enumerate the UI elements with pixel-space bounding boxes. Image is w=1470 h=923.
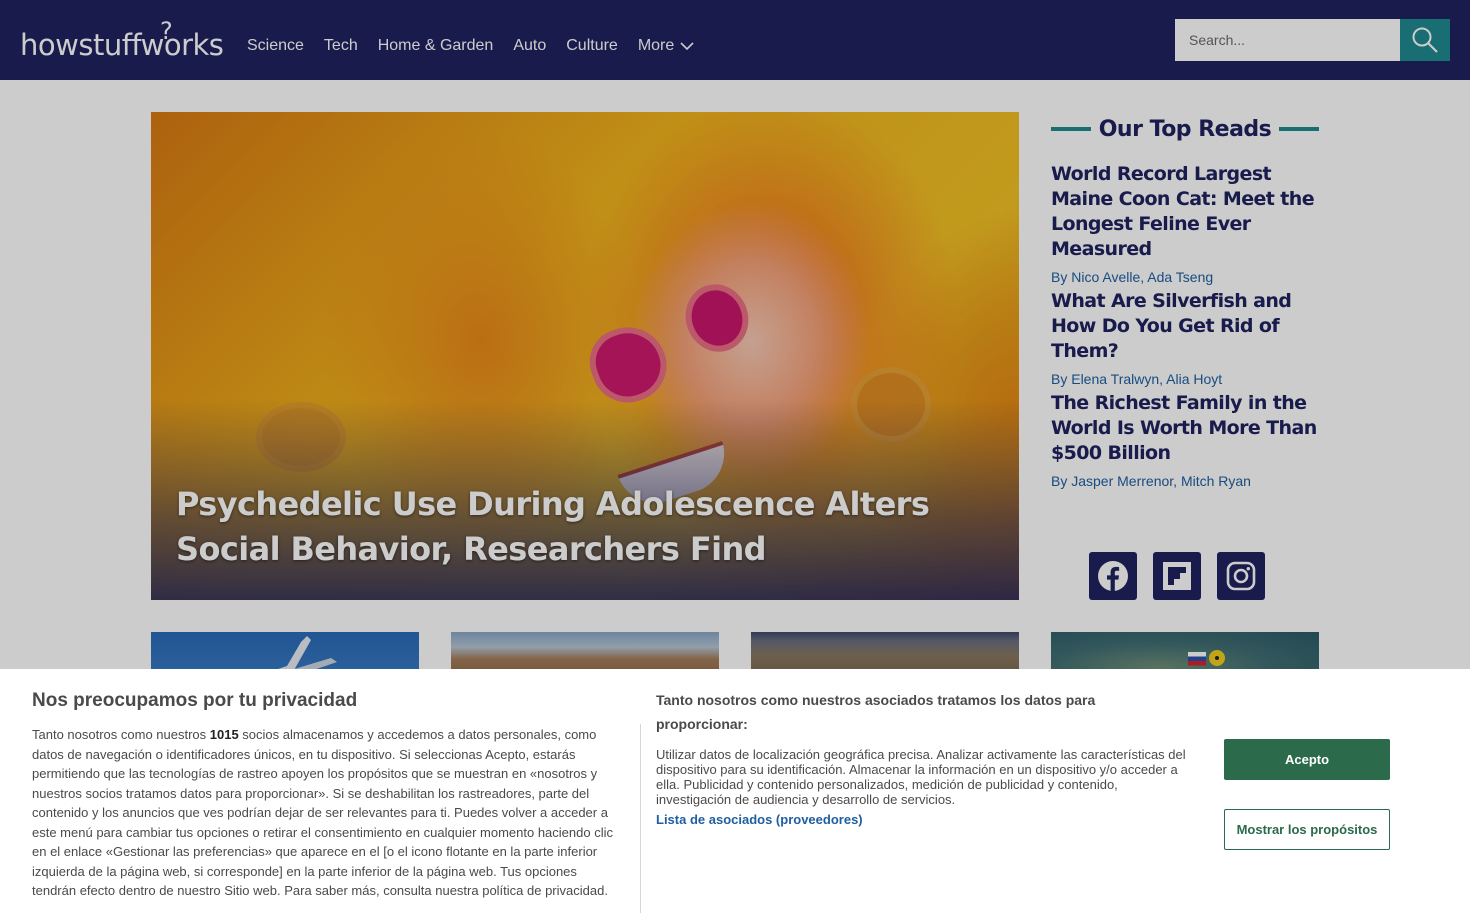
- top-read-title[interactable]: The Richest Family in the World Is Worth…: [1051, 391, 1319, 466]
- nav-item-home-garden[interactable]: Home & Garden: [378, 35, 494, 57]
- instagram-button[interactable]: [1217, 552, 1265, 600]
- byline-prefix: By: [1051, 269, 1068, 285]
- top-reads-title: Our Top Reads: [1098, 116, 1272, 142]
- vendors-list-link[interactable]: Lista de asociados (proveedores): [656, 812, 863, 827]
- nav-item-science[interactable]: Science: [247, 35, 304, 57]
- privacy-consent-banner: Nos preocupamos por tu privacidad Tanto …: [0, 669, 1470, 923]
- flipboard-icon: [1163, 562, 1191, 590]
- divider: [640, 724, 641, 913]
- accept-button[interactable]: Acepto: [1224, 739, 1390, 780]
- search-input[interactable]: [1175, 19, 1400, 61]
- byline-authors[interactable]: Jasper Merrenor, Mitch Ryan: [1071, 473, 1251, 489]
- facebook-icon: [1098, 561, 1128, 591]
- consent-body-end: socios almacenamos y accedemos a datos p…: [32, 727, 613, 898]
- search-icon: [1412, 27, 1438, 53]
- instagram-icon: [1226, 561, 1256, 591]
- top-read-item: What Are Silverfish and How Do You Get R…: [1051, 289, 1319, 388]
- divider: [1279, 127, 1319, 131]
- show-purposes-button[interactable]: Mostrar los propósitos: [1224, 809, 1390, 850]
- divider: [1051, 127, 1091, 131]
- site-header: howstuffworks ? Science Tech Home & Gard…: [0, 0, 1470, 80]
- search-button[interactable]: [1400, 19, 1450, 61]
- consent-title: Nos preocupamos por tu privacidad: [32, 690, 358, 711]
- byline-authors[interactable]: Elena Tralwyn, Alia Hoyt: [1071, 371, 1222, 387]
- facebook-button[interactable]: [1089, 552, 1137, 600]
- consent-body: Tanto nosotros como nuestros 1015 socios…: [32, 725, 617, 901]
- consent-subtitle: Tanto nosotros como nuestros asociados t…: [656, 692, 1096, 732]
- hero-title[interactable]: Psychedelic Use During Adolescence Alter…: [176, 482, 996, 572]
- flipboard-button[interactable]: [1153, 552, 1201, 600]
- nav-more-label: More: [637, 37, 675, 54]
- chevron-down-icon: [680, 42, 694, 50]
- top-read-byline: By Jasper Merrenor, Mitch Ryan: [1051, 472, 1319, 490]
- hero-image-detail: [580, 316, 677, 413]
- nav-item-auto[interactable]: Auto: [513, 35, 546, 57]
- consent-body-start: Tanto nosotros como nuestros: [32, 727, 210, 742]
- top-read-item: World Record Largest Maine Coon Cat: Mee…: [1051, 162, 1319, 286]
- top-read-item: The Richest Family in the World Is Worth…: [1051, 391, 1319, 490]
- top-reads-heading: Our Top Reads: [1051, 113, 1319, 145]
- byline-prefix: By: [1051, 371, 1068, 387]
- site-logo[interactable]: howstuffworks ?: [20, 17, 224, 62]
- nav-item-more[interactable]: More: [638, 35, 694, 57]
- top-read-title[interactable]: What Are Silverfish and How Do You Get R…: [1051, 289, 1319, 364]
- top-read-byline: By Elena Tralwyn, Alia Hoyt: [1051, 370, 1319, 388]
- top-read-title[interactable]: World Record Largest Maine Coon Cat: Mee…: [1051, 162, 1319, 262]
- hero-article[interactable]: Psychedelic Use During Adolescence Alter…: [151, 112, 1019, 600]
- logo-question-mark: ?: [160, 17, 173, 45]
- top-read-byline: By Nico Avelle, Ada Tseng: [1051, 268, 1319, 286]
- partner-count: 1015: [209, 727, 239, 742]
- nav-item-tech[interactable]: Tech: [324, 35, 358, 57]
- nav-item-culture[interactable]: Culture: [566, 35, 618, 57]
- byline-authors[interactable]: Nico Avelle, Ada Tseng: [1071, 269, 1213, 285]
- byline-prefix: By: [1051, 473, 1068, 489]
- hero-image-detail: [676, 275, 758, 361]
- main-nav: Science Tech Home & Garden Auto Culture …: [247, 35, 714, 57]
- consent-purposes: Utilizar datos de localización geográfic…: [656, 747, 1186, 807]
